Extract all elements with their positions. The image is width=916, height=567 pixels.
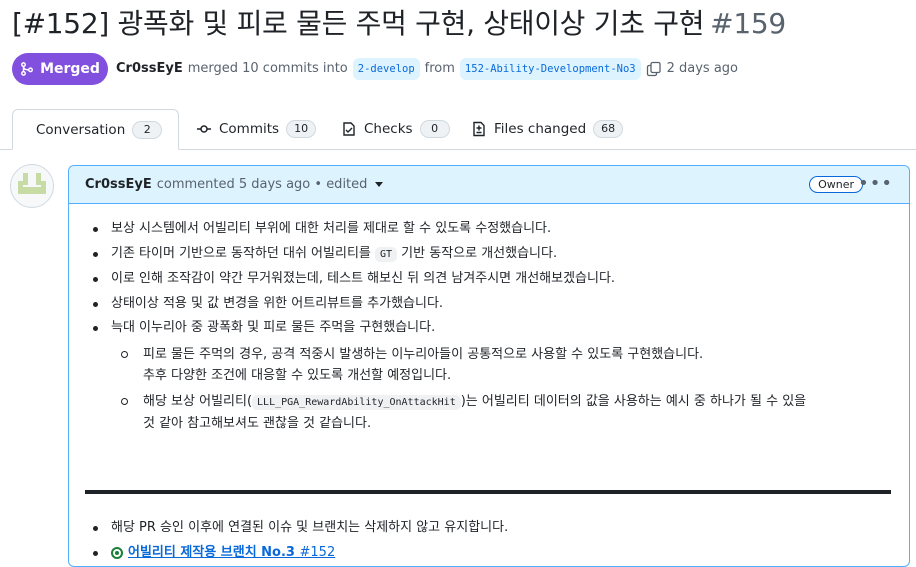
sub-list-text: 추후 다양한 조건에 대응할 수 있도록 개선할 예정입니다.	[143, 367, 452, 383]
copy-icon[interactable]	[646, 61, 662, 77]
list-item-text: 이로 인해 조작감이 약간 무거워졌는데, 테스트 해보신 뒤 의견 남겨주시면…	[111, 271, 616, 286]
sub-list-item: 피로 물든 주먹의 경우, 공격 적중시 발생하는 이누리아들이 공통적으로 사…	[111, 344, 806, 386]
tab-conversation-label: Conversation	[36, 121, 126, 138]
merged-state-label: Merged	[40, 61, 100, 77]
checklist-icon	[343, 122, 355, 136]
list-item-text: 기반 동작으로 개선했습니다.	[397, 245, 558, 261]
list-item: 이로 인해 조작감이 약간 무거워졌는데, 테스트 해보신 뒤 의견 남겨주시면…	[89, 267, 806, 292]
merged-time: 2 days ago	[666, 61, 739, 76]
list-item-text: 보상 시스템에서 어빌리티 부위에 대한 처리를 제대로 할 수 있도록 수정했…	[111, 221, 552, 236]
tab-conversation[interactable]: Conversation 2	[12, 109, 179, 150]
footer-list: 해당 PR 승인 이후에 연결된 이슈 및 브랜치는 삭제하지 않고 유지합니다…	[89, 516, 508, 565]
list-item-text: 늑대 이누리아 중 광폭화 및 피로 물든 주먹을 구현했습니다.	[111, 320, 436, 335]
inline-code: LLL_PGA_RewardAbility_OnAttackHit	[252, 394, 461, 410]
comment-list: 보상 시스템에서 어빌리티 부위에 대한 처리를 제대로 할 수 있도록 수정했…	[89, 217, 806, 439]
tab-checks-label: Checks	[364, 121, 413, 137]
sub-list-text: 해당 보상 어빌리티(	[143, 393, 253, 409]
sub-list: 피로 물든 주먹의 경우, 공격 적중시 발생하는 이누리아들이 공통적으로 사…	[111, 344, 806, 434]
avatar[interactable]	[10, 164, 54, 208]
list-item-text: 해당 PR 승인 이후에 연결된 이슈 및 브랜치는 삭제하지 않고 유지합니다…	[111, 520, 509, 535]
comment-meta[interactable]: commented 5 days ago • edited	[157, 177, 368, 192]
tab-files-changed[interactable]: Files changed 68	[455, 109, 639, 149]
merged-text: merged 10 commits into	[187, 61, 348, 76]
tab-files-changed-count: 68	[593, 120, 624, 138]
tab-checks-count: 0	[419, 120, 450, 138]
pr-title: [#152] 광폭화 및 피로 물든 주먹 구현, 상태이상 기초 구현 #159	[12, 4, 786, 44]
inline-code: GT	[375, 246, 398, 262]
linked-issue-link[interactable]: 어빌리티 제작용 브랜치 No.3 #152	[128, 545, 335, 560]
tab-commits-label: Commits	[219, 121, 280, 137]
tab-files-changed-label: Files changed	[494, 121, 587, 137]
sub-list-item: 해당 보상 어빌리티(LLL_PGA_RewardAbility_OnAttac…	[111, 391, 806, 434]
head-branch[interactable]: 152-Ability-Development-No3	[459, 58, 641, 80]
tab-checks[interactable]: Checks 0	[325, 109, 466, 149]
pr-author-link[interactable]: Cr0ssEyE	[116, 59, 183, 79]
sub-list-text: )는 어빌리티 데이터의 값을 사용하는 예시 중 하나가 될 수 있을	[460, 393, 807, 409]
linked-issue-number: #152	[299, 544, 336, 560]
sub-list-text: 것 같아 참고해보셔도 괜찮을 것 같습니다.	[143, 415, 372, 431]
list-item: 상태이상 적용 및 값 변경을 위한 어트리뷰트를 추가했습니다.	[89, 292, 806, 317]
list-item: 보상 시스템에서 어빌리티 부위에 대한 처리를 제대로 할 수 있도록 수정했…	[89, 217, 806, 242]
issue-open-icon	[111, 546, 123, 559]
comment-author-link[interactable]: Cr0ssEyE	[85, 177, 152, 192]
linked-issue-title: 어빌리티 제작용 브랜치 No.3	[128, 544, 295, 560]
from-text: from	[424, 61, 455, 76]
divider	[85, 490, 891, 494]
pr-meta: Cr0ssEyE merged 10 commits into 2-develo…	[116, 58, 738, 80]
pr-title-text: [#152] 광폭화 및 피로 물든 주먹 구현, 상태이상 기초 구현	[12, 7, 705, 40]
list-item: 늑대 이누리아 중 광폭화 및 피로 물든 주먹을 구현했습니다. 피로 물든 …	[89, 316, 806, 434]
list-item: 해당 PR 승인 이후에 연결된 이슈 및 브랜치는 삭제하지 않고 유지합니다…	[89, 516, 508, 541]
list-item: 기존 타이머 기반으로 동작하던 대쉬 어빌리티를 GT 기반 동작으로 개선했…	[89, 242, 806, 268]
kebab-menu-icon[interactable]: •••	[858, 173, 893, 194]
comment-box: Cr0ssEyE commented 5 days ago • edited O…	[68, 165, 910, 567]
tab-commits[interactable]: Commits 10	[180, 109, 332, 149]
owner-badge: Owner	[809, 176, 863, 193]
list-item-text: 기존 타이머 기반으로 동작하던 대쉬 어빌리티를	[111, 245, 375, 261]
base-branch[interactable]: 2-develop	[352, 58, 420, 80]
pr-number: #159	[710, 7, 786, 40]
diff-icon	[473, 121, 485, 137]
list-item-text: 상태이상 적용 및 값 변경을 위한 어트리뷰트를 추가했습니다.	[111, 295, 444, 311]
chevron-down-icon[interactable]	[375, 182, 384, 187]
list-item: 어빌리티 제작용 브랜치 No.3 #152	[89, 541, 508, 566]
tab-conversation-count: 2	[132, 120, 163, 139]
tab-commits-count: 10	[286, 120, 317, 138]
merge-icon	[21, 62, 34, 76]
commit-icon	[197, 125, 211, 133]
merged-state-badge: Merged	[12, 53, 108, 85]
pr-tabs: Conversation 2 Commits 10 Checks 0 Files…	[0, 109, 916, 150]
sub-list-text: 피로 물든 주먹의 경우, 공격 적중시 발생하는 이누리아들이 공통적으로 사…	[143, 346, 704, 362]
comment-header: Cr0ssEyE commented 5 days ago • edited O…	[69, 166, 909, 204]
